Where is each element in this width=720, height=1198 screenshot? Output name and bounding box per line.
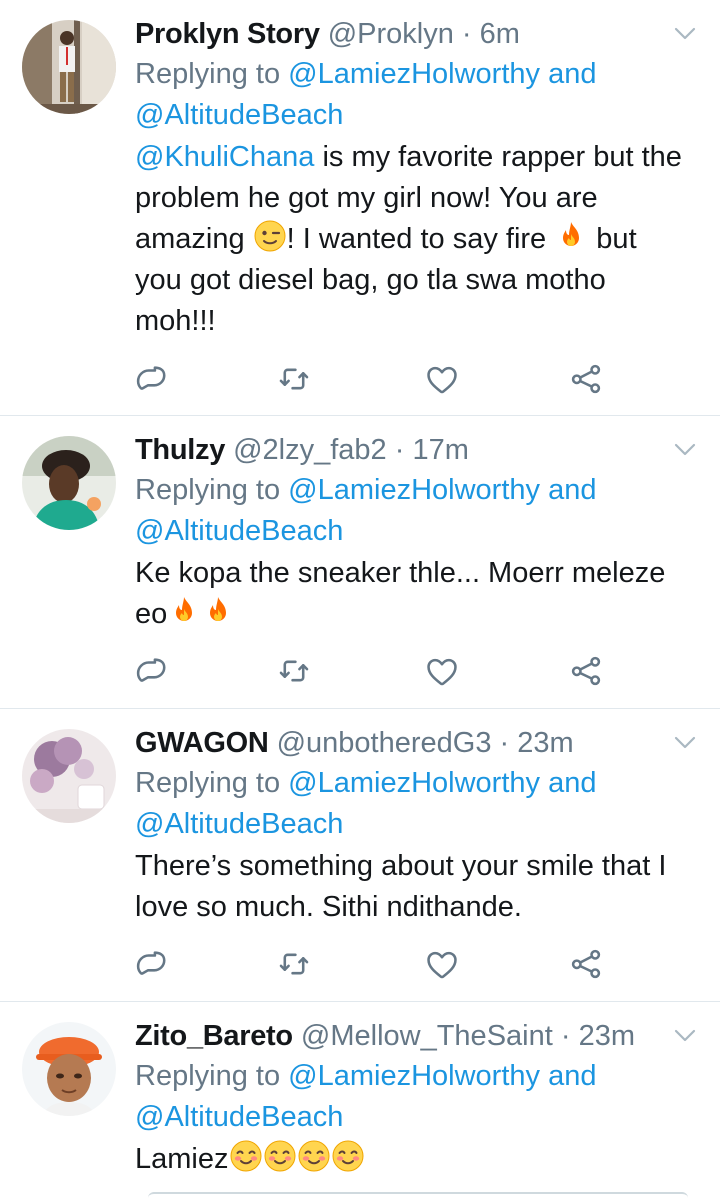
heart-icon[interactable] (425, 362, 459, 396)
smiling-face-emoji (229, 1139, 263, 1173)
heart-icon[interactable] (425, 947, 459, 981)
tweet-item[interactable]: Zito_Bareto @Mellow_TheSaint · 23m Reply… (0, 1002, 720, 1196)
heart-icon[interactable] (425, 654, 459, 688)
share-icon[interactable] (569, 654, 603, 688)
dot-separator: · (491, 727, 518, 759)
retweet-icon[interactable] (277, 654, 311, 688)
timestamp: 23m (578, 1020, 635, 1052)
mention-link[interactable]: @AltitudeBeach (135, 99, 343, 131)
tweet-text: There’s something about your smile that … (135, 850, 667, 923)
user-handle[interactable]: @2lzy_fab2 (233, 434, 387, 466)
smiling-face-emoji (331, 1139, 365, 1173)
display-name[interactable]: Thulzy (135, 434, 225, 466)
avatar[interactable] (22, 729, 116, 823)
share-icon[interactable] (569, 947, 603, 981)
tweet-text: Lamiez (135, 1139, 690, 1180)
fire-emoji (201, 594, 235, 628)
dot-separator: · (386, 434, 413, 466)
dot-separator: · (453, 18, 480, 50)
tweet-text: @KhuliChana is my favorite rapper but th… (135, 141, 682, 337)
timestamp: 23m (517, 727, 574, 759)
user-handle[interactable]: @Mellow_TheSaint (301, 1020, 553, 1052)
display-name[interactable]: Zito_Bareto (135, 1020, 293, 1052)
mention-link[interactable]: @LamiezHolworthy (288, 767, 540, 799)
replying-to: Replying to @LamiezHolworthy and @Altitud… (135, 58, 597, 131)
timestamp: 17m (412, 434, 469, 466)
replying-to: Replying to @LamiezHolworthy and @Altitud… (135, 1060, 597, 1133)
retweet-icon[interactable] (277, 362, 311, 396)
action-bar (135, 654, 615, 688)
reply-icon[interactable] (135, 947, 169, 981)
tweet-item[interactable]: Proklyn Story @Proklyn · 6m Replying to … (0, 0, 720, 416)
mention-link[interactable]: @LamiezHolworthy (288, 474, 540, 506)
mention-link[interactable]: @LamiezHolworthy (288, 1060, 540, 1092)
action-bar (135, 362, 615, 396)
avatar[interactable] (22, 20, 116, 114)
tweet-item[interactable]: GWAGON @unbotheredG3 · 23m Replying to @… (0, 709, 720, 1002)
dot-separator: · (552, 1020, 579, 1052)
tweet-text: Ke kopa the sneaker thle... Moerr meleze… (135, 557, 666, 630)
reply-icon[interactable] (135, 362, 169, 396)
tweet-item[interactable]: Thulzy @2lzy_fab2 · 17m Replying to @Lam… (0, 416, 720, 709)
mention-link[interactable]: @AltitudeBeach (135, 808, 343, 840)
avatar[interactable] (22, 1022, 116, 1116)
replying-to: Replying to @LamiezHolworthy and @Altitud… (135, 767, 597, 840)
share-icon[interactable] (569, 362, 603, 396)
replying-to: Replying to @LamiezHolworthy and @Altitud… (135, 474, 597, 547)
reply-icon[interactable] (135, 654, 169, 688)
mention-link[interactable]: @AltitudeBeach (135, 515, 343, 547)
mention-link[interactable]: @KhuliChana (135, 141, 314, 173)
action-bar (135, 947, 615, 981)
user-handle[interactable]: @unbotheredG3 (277, 727, 492, 759)
display-name[interactable]: GWAGON (135, 727, 269, 759)
display-name[interactable]: Proklyn Story (135, 18, 320, 50)
user-handle[interactable]: @Proklyn (328, 18, 454, 50)
media-preview-edge (148, 1192, 688, 1198)
avatar[interactable] (22, 436, 116, 530)
timestamp: 6m (479, 18, 520, 50)
mention-link[interactable]: @LamiezHolworthy (288, 58, 540, 90)
fire-emoji (554, 219, 588, 253)
fire-emoji (167, 594, 201, 628)
retweet-icon[interactable] (277, 947, 311, 981)
smiling-face-emoji (263, 1139, 297, 1173)
mention-link[interactable]: @AltitudeBeach (135, 1101, 343, 1133)
smiling-face-emoji (297, 1139, 331, 1173)
winking-face-emoji (253, 219, 287, 253)
